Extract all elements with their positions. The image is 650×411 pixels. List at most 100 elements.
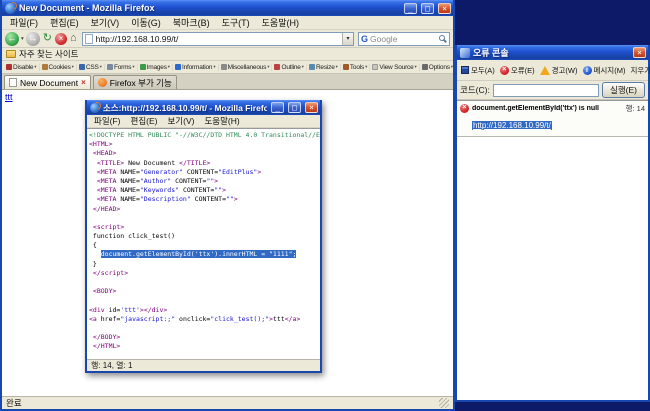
close-button[interactable]: × bbox=[305, 102, 318, 113]
webdev-miscellaneous-menu[interactable]: Miscellaneous ▾ bbox=[219, 63, 273, 71]
back-dropdown-icon[interactable]: ▾ bbox=[21, 36, 24, 42]
error-icon bbox=[460, 104, 469, 113]
page-favicon-icon bbox=[84, 33, 93, 44]
cookies-icon bbox=[41, 64, 48, 70]
outline-icon bbox=[274, 64, 281, 70]
menu-help[interactable]: 도움말(H) bbox=[199, 115, 244, 127]
evaluate-button[interactable]: 실행(E) bbox=[602, 82, 645, 98]
webdev-label: Resize bbox=[315, 63, 335, 71]
console-toolbar: 모두(A) 오류(E) 경고(W) 메시지(M) 지우기(C) bbox=[457, 60, 650, 81]
webdev-forms-menu[interactable]: Forms ▾ bbox=[105, 63, 138, 71]
resize-grip[interactable] bbox=[439, 398, 449, 408]
chevron-down-icon: ▾ bbox=[71, 64, 74, 69]
stop-button[interactable]: × bbox=[54, 32, 67, 45]
tools-icon bbox=[342, 64, 349, 70]
webdev-label: Information bbox=[182, 63, 213, 71]
maximize-button[interactable]: □ bbox=[288, 102, 301, 113]
webdev-label: Images bbox=[146, 63, 167, 71]
forms-icon bbox=[106, 64, 113, 70]
clear-button[interactable]: 지우기(C) bbox=[628, 63, 650, 78]
code-label: 코드(C): bbox=[460, 85, 490, 95]
bookmark-folder-item[interactable]: 자주 찾는 사이트 bbox=[6, 48, 78, 60]
menu-edit[interactable]: 편집(E) bbox=[44, 16, 85, 29]
tab-new-document[interactable]: New Document × bbox=[4, 75, 91, 89]
tab-firefox-addons[interactable]: Firefox 부가 기능 bbox=[92, 75, 177, 89]
menu-file[interactable]: 파일(F) bbox=[89, 115, 126, 127]
url-dropdown-button[interactable]: ▾ bbox=[342, 32, 353, 45]
view-source-icon bbox=[372, 64, 379, 70]
home-button[interactable]: ⌂ bbox=[69, 33, 78, 44]
webdev-resize-menu[interactable]: Resize ▾ bbox=[307, 63, 341, 71]
status-text: 완료 bbox=[6, 398, 22, 408]
folder-icon bbox=[6, 50, 16, 58]
chevron-down-icon: ▾ bbox=[365, 64, 368, 69]
tab-close-icon[interactable]: × bbox=[81, 78, 86, 87]
webdev-information-menu[interactable]: Information ▾ bbox=[173, 63, 219, 71]
error-line-number: 행: 14 bbox=[625, 104, 645, 113]
source-code-line: } bbox=[89, 259, 97, 268]
source-code[interactable]: <!DOCTYPE HTML PUBLIC "-//W3C//DTD HTML … bbox=[87, 128, 320, 359]
chevron-down-icon: ▾ bbox=[335, 64, 338, 69]
webdev-disable-menu[interactable]: Disable ▾ bbox=[4, 63, 40, 71]
minimize-button[interactable]: _ bbox=[271, 102, 284, 113]
filter-warnings-button[interactable]: 경고(W) bbox=[538, 63, 580, 78]
source-code-line: <META NAME="Author" CONTENT=""> bbox=[89, 176, 219, 185]
tab-bar: New Document × Firefox 부가 기능 bbox=[2, 74, 453, 90]
menu-tools[interactable]: 도구(T) bbox=[216, 16, 256, 29]
webdev-view-source-menu[interactable]: View Source ▾ bbox=[370, 63, 420, 71]
webdev-outline-menu[interactable]: Outline ▾ bbox=[272, 63, 307, 71]
menu-view[interactable]: 보기(V) bbox=[85, 16, 126, 29]
webdev-options-menu[interactable]: Options ▾ bbox=[420, 64, 453, 71]
back-button[interactable]: ← bbox=[5, 31, 19, 46]
menu-edit[interactable]: 편집(E) bbox=[126, 115, 163, 127]
page-link-ttt[interactable]: ttt bbox=[5, 92, 13, 102]
search-input[interactable] bbox=[370, 33, 438, 44]
webdev-cookies-menu[interactable]: Cookies ▾ bbox=[40, 63, 77, 71]
bookmarks-toolbar: 자주 찾는 사이트 bbox=[2, 48, 453, 61]
url-input[interactable] bbox=[95, 32, 342, 45]
all-messages-icon bbox=[461, 66, 469, 74]
chevron-down-icon: ▾ bbox=[301, 64, 304, 69]
images-icon bbox=[139, 64, 146, 70]
menu-file[interactable]: 파일(F) bbox=[4, 16, 44, 29]
forward-button[interactable]: → bbox=[25, 31, 40, 46]
bookmark-label: 자주 찾는 사이트 bbox=[19, 49, 79, 59]
webdev-tools-menu[interactable]: Tools ▾ bbox=[341, 63, 371, 71]
filter-errors-button[interactable]: 오류(E) bbox=[498, 63, 537, 78]
filter-messages-button[interactable]: 메시지(M) bbox=[581, 63, 628, 78]
source-code-line: <HEAD> bbox=[89, 149, 117, 158]
close-button[interactable]: × bbox=[633, 47, 646, 58]
source-code-line: <script> bbox=[92, 222, 125, 231]
close-button[interactable]: × bbox=[438, 2, 451, 14]
navigation-toolbar: ← ▾ → ↻ × ⌂ ▾ G bbox=[2, 30, 453, 48]
menu-bookmarks[interactable]: 북마크(B) bbox=[167, 16, 216, 29]
chevron-down-icon: ▾ bbox=[34, 64, 37, 69]
console-window-title: 오류 콘솔 bbox=[473, 48, 509, 58]
addons-favicon-icon bbox=[97, 78, 107, 87]
webdev-css-menu[interactable]: CSS ▾ bbox=[77, 63, 105, 71]
chevron-down-icon: ▾ bbox=[267, 64, 270, 69]
search-magnifier-icon[interactable] bbox=[439, 34, 445, 41]
menu-help[interactable]: 도움말(H) bbox=[256, 16, 305, 29]
minimize-button[interactable]: _ bbox=[404, 2, 417, 14]
information-icon bbox=[175, 64, 182, 70]
webdev-label: CSS bbox=[85, 63, 99, 71]
menu-view[interactable]: 보기(V) bbox=[162, 115, 199, 127]
webdev-label: View Source bbox=[379, 63, 414, 71]
source-code-line: function click_test() bbox=[89, 232, 176, 241]
source-code-line: <META NAME="Generator" CONTENT="EditPlus… bbox=[89, 167, 262, 176]
error-entry[interactable]: document.getElementById('ttx') is null 행… bbox=[457, 101, 648, 137]
console-titlebar[interactable]: 오류 콘솔 × bbox=[457, 45, 648, 60]
google-icon[interactable]: G bbox=[359, 34, 370, 44]
webdev-images-menu[interactable]: Images ▾ bbox=[138, 63, 174, 71]
filter-all-button[interactable]: 모두(A) bbox=[459, 63, 497, 78]
code-input[interactable] bbox=[492, 83, 600, 97]
menu-go[interactable]: 이동(G) bbox=[125, 16, 167, 29]
source-titlebar[interactable]: 소스:http://192.168.10.99/t/ - Mozilla Fir… bbox=[87, 100, 320, 115]
error-source-link[interactable]: http://192.168.10.99/t/ bbox=[472, 121, 552, 130]
maximize-button[interactable]: □ bbox=[421, 2, 434, 14]
filter-warnings-label: 경고(W) bbox=[551, 65, 578, 75]
reload-button[interactable]: ↻ bbox=[42, 33, 53, 44]
webdev-label: Options bbox=[428, 63, 450, 71]
main-titlebar[interactable]: New Document - Mozilla Firefox _ □ × bbox=[2, 0, 453, 16]
